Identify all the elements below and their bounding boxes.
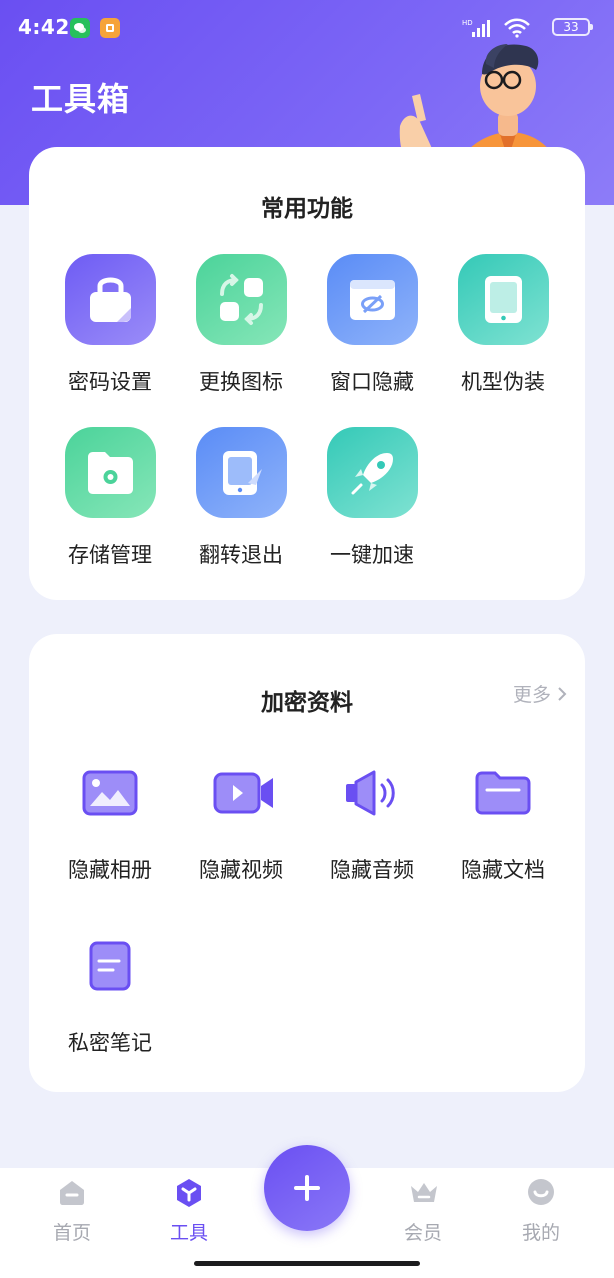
hidden-album-tile[interactable]: 隐藏相册: [55, 768, 165, 898]
tile-label: 隐藏文档: [461, 858, 545, 882]
tile-label: 翻转退出: [199, 543, 283, 567]
tab-tools[interactable]: 工具: [149, 1178, 229, 1258]
tile-label: 隐藏相册: [68, 858, 152, 882]
tab-membership[interactable]: 会员: [383, 1178, 463, 1258]
tab-label: 会员: [403, 1222, 442, 1244]
common-functions-card: 常用功能 密码设置 更换图标 窗口隐藏 机型伪装 存储管理 翻转退出 一键加速: [29, 147, 585, 600]
more-label: 更多: [512, 684, 551, 706]
video-icon: [213, 772, 273, 814]
home-indicator[interactable]: [194, 1261, 420, 1266]
tile-label: 隐藏视频: [199, 858, 283, 882]
app-notification-icon: [100, 18, 120, 38]
swap-icon: [196, 254, 287, 345]
private-notes-tile[interactable]: 私密笔记: [55, 941, 165, 1071]
rocket-icon: [327, 427, 418, 518]
password-settings-tile[interactable]: 密码设置: [55, 254, 165, 404]
svg-text:HD: HD: [462, 19, 473, 27]
plus-icon: [294, 1175, 320, 1201]
encrypted-data-title: 加密资料: [261, 690, 353, 716]
folder-gear-icon: [65, 427, 156, 518]
crown-icon: [411, 1183, 437, 1202]
device-disguise-tile[interactable]: 机型伪装: [448, 254, 558, 404]
photo-icon: [82, 770, 138, 816]
wifi-icon: [504, 18, 530, 38]
tab-profile[interactable]: 我的: [501, 1178, 581, 1258]
flip-exit-icon: [196, 427, 287, 518]
hidden-audio-tile[interactable]: 隐藏音频: [317, 768, 427, 898]
hidden-document-tile[interactable]: 隐藏文档: [448, 768, 558, 898]
window-hide-tile[interactable]: 窗口隐藏: [317, 254, 427, 404]
tile-label: 私密笔记: [68, 1031, 152, 1055]
battery-indicator: 33: [552, 18, 593, 36]
tile-label: 机型伪装: [461, 370, 545, 394]
signal-icon: HD: [462, 19, 490, 37]
profile-icon: [528, 1179, 554, 1205]
home-icon: [60, 1181, 84, 1205]
tile-label: 一键加速: [330, 543, 414, 567]
tile-label: 隐藏音频: [330, 858, 414, 882]
tablet-icon: [458, 254, 549, 345]
more-link[interactable]: 更多: [513, 680, 567, 707]
tab-label: 工具: [169, 1222, 208, 1244]
flip-exit-tile[interactable]: 翻转退出: [186, 427, 296, 577]
add-button[interactable]: [264, 1145, 350, 1231]
tile-label: 更换图标: [199, 370, 283, 394]
window-hide-icon: [327, 254, 418, 345]
speaker-icon: [346, 770, 395, 816]
encrypted-data-card: 加密资料 更多 隐藏相册 隐藏视频 隐藏音频 隐藏文档 私密笔记: [29, 634, 585, 1092]
page-title: 工具箱: [31, 80, 131, 118]
tile-label: 窗口隐藏: [330, 370, 414, 394]
storage-management-tile[interactable]: 存储管理: [55, 427, 165, 577]
folder-icon: [475, 771, 531, 815]
change-icon-tile[interactable]: 更换图标: [186, 254, 296, 404]
note-icon: [89, 941, 131, 991]
hidden-video-tile[interactable]: 隐藏视频: [186, 768, 296, 898]
common-functions-title: 常用功能: [261, 196, 353, 222]
tab-home[interactable]: 首页: [32, 1178, 112, 1258]
tools-icon: [177, 1179, 201, 1207]
tile-label: 密码设置: [68, 370, 152, 394]
tab-label: 首页: [52, 1222, 91, 1244]
chevron-right-icon: [558, 686, 567, 701]
status-time: 4:42: [18, 15, 70, 39]
tab-label: 我的: [521, 1222, 560, 1244]
status-indicators: HD 33: [390, 16, 593, 40]
tile-label: 存储管理: [68, 543, 152, 567]
one-click-boost-tile[interactable]: 一键加速: [317, 427, 427, 577]
lock-icon: [65, 254, 156, 345]
status-bar: 4:42 HD 33: [0, 0, 614, 56]
wechat-notification-icon: [70, 18, 90, 38]
